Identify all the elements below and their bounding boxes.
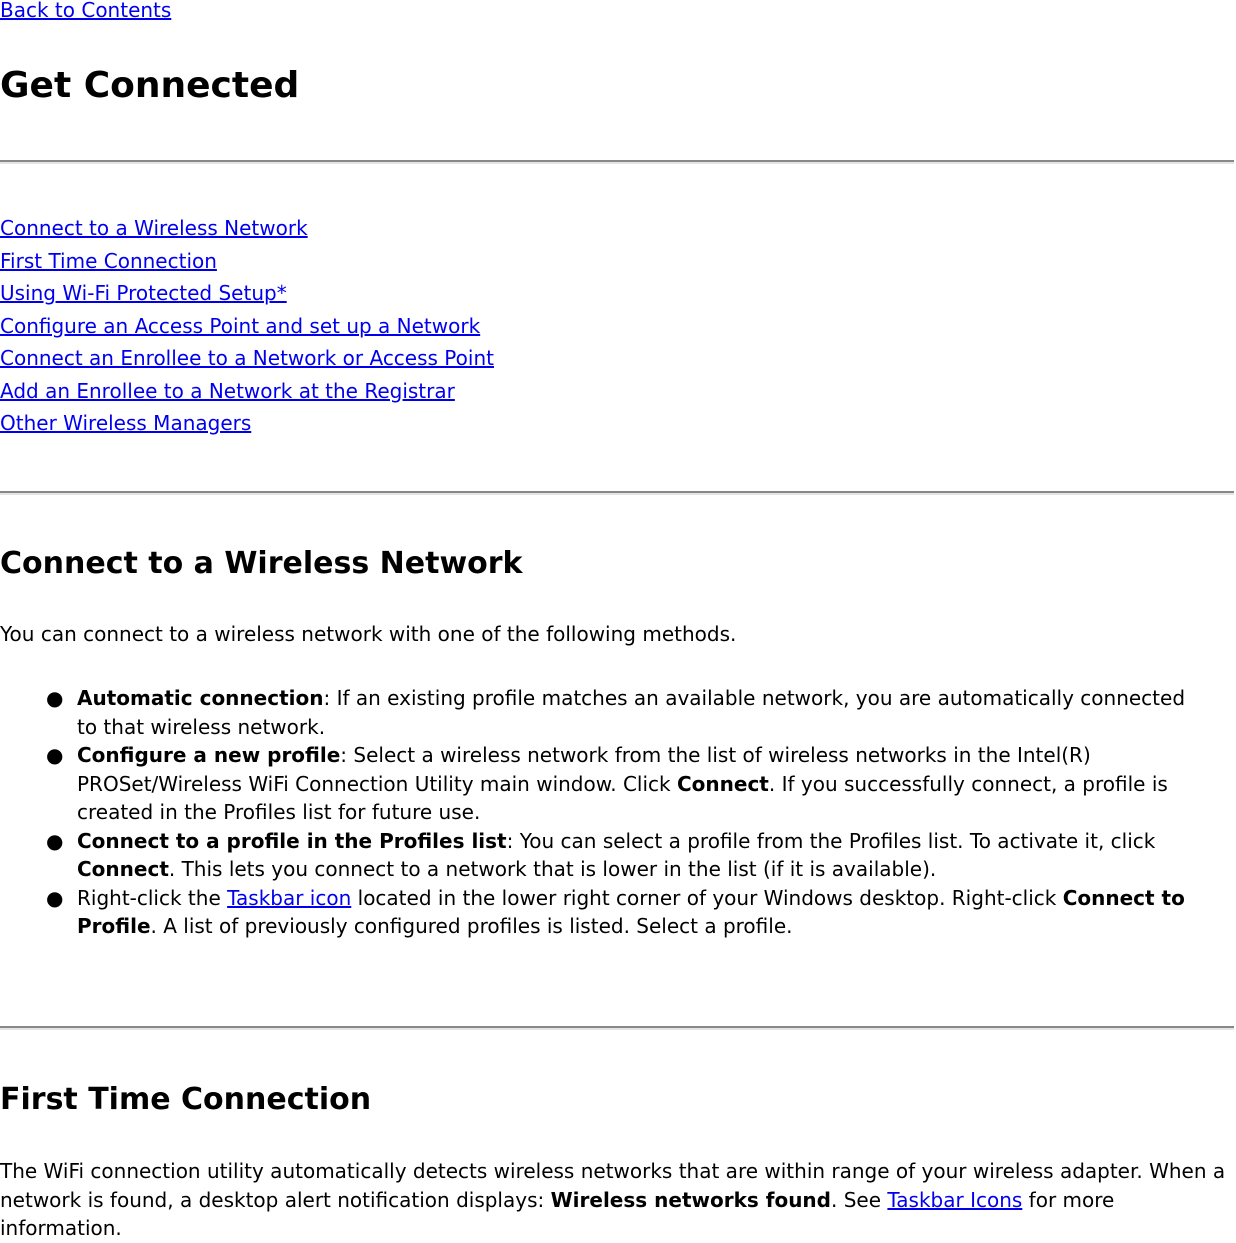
connect-label: Connect xyxy=(676,771,769,796)
toc-link-first-time-connection[interactable]: First Time Connection xyxy=(0,245,217,278)
term: Configure a new profile xyxy=(77,743,341,767)
connect-label: Connect xyxy=(77,857,169,881)
bullet-icon: ● xyxy=(46,743,64,767)
toc-link-connect-wireless[interactable]: Connect to a Wireless Network xyxy=(0,212,308,245)
toc-link-wps[interactable]: Using Wi-Fi Protected Setup* xyxy=(0,277,287,310)
toc-link-connect-enrollee[interactable]: Connect an Enrollee to a Network or Acce… xyxy=(0,342,494,375)
divider xyxy=(0,160,1234,164)
connect-intro-text: You can connect to a wireless network wi… xyxy=(0,622,737,646)
taskbar-icons-link[interactable]: Taskbar Icons xyxy=(887,1188,1022,1212)
description: located in the lower right corner of you… xyxy=(351,885,1063,910)
bullet-icon: ● xyxy=(46,885,64,910)
bullet-icon: ● xyxy=(46,686,64,710)
back-to-contents-link[interactable]: Back to Contents xyxy=(0,0,171,22)
description: . This lets you connect to a network tha… xyxy=(168,857,937,881)
connection-methods-list: ● Automatic connection: If an existing p… xyxy=(0,684,1236,941)
list-item-automatic-connection: ● Automatic connection: If an existing p… xyxy=(46,684,1207,741)
divider xyxy=(0,491,1234,495)
first-time-connection-text: The WiFi connection utility automaticall… xyxy=(0,1157,1236,1243)
wireless-networks-found-label: Wireless networks found xyxy=(550,1187,831,1212)
taskbar-icon-link[interactable]: Taskbar icon xyxy=(227,886,351,910)
list-item-configure-new-profile: ● Configure a new profile: Select a wire… xyxy=(46,741,1207,827)
description: . See xyxy=(831,1187,888,1212)
toc-link-other-wireless-managers[interactable]: Other Wireless Managers xyxy=(0,407,251,440)
list-item-connect-profile: ● Connect to a profile in the Profiles l… xyxy=(46,827,1207,884)
toc-link-add-enrollee[interactable]: Add an Enrollee to a Network at the Regi… xyxy=(0,375,455,408)
description: . A list of previously configured profil… xyxy=(150,914,793,938)
table-of-contents: Connect to a Wireless Network First Time… xyxy=(0,212,494,440)
list-item-taskbar-right-click: ● Right-click the Taskbar icon located i… xyxy=(46,884,1207,941)
toc-link-configure-access-point[interactable]: Configure an Access Point and set up a N… xyxy=(0,310,480,343)
description: Right-click the xyxy=(77,885,228,910)
term: Connect to a profile in the Profiles lis… xyxy=(77,828,507,853)
description: : You can select a profile from the Prof… xyxy=(506,828,1156,853)
term: Automatic connection xyxy=(77,686,324,710)
divider xyxy=(0,1026,1234,1030)
bullet-icon: ● xyxy=(46,828,64,853)
page-title: Get Connected xyxy=(0,65,300,106)
section-title-first-time-connection: First Time Connection xyxy=(0,1082,372,1117)
section-title-connect-wireless: Connect to a Wireless Network xyxy=(0,546,523,581)
